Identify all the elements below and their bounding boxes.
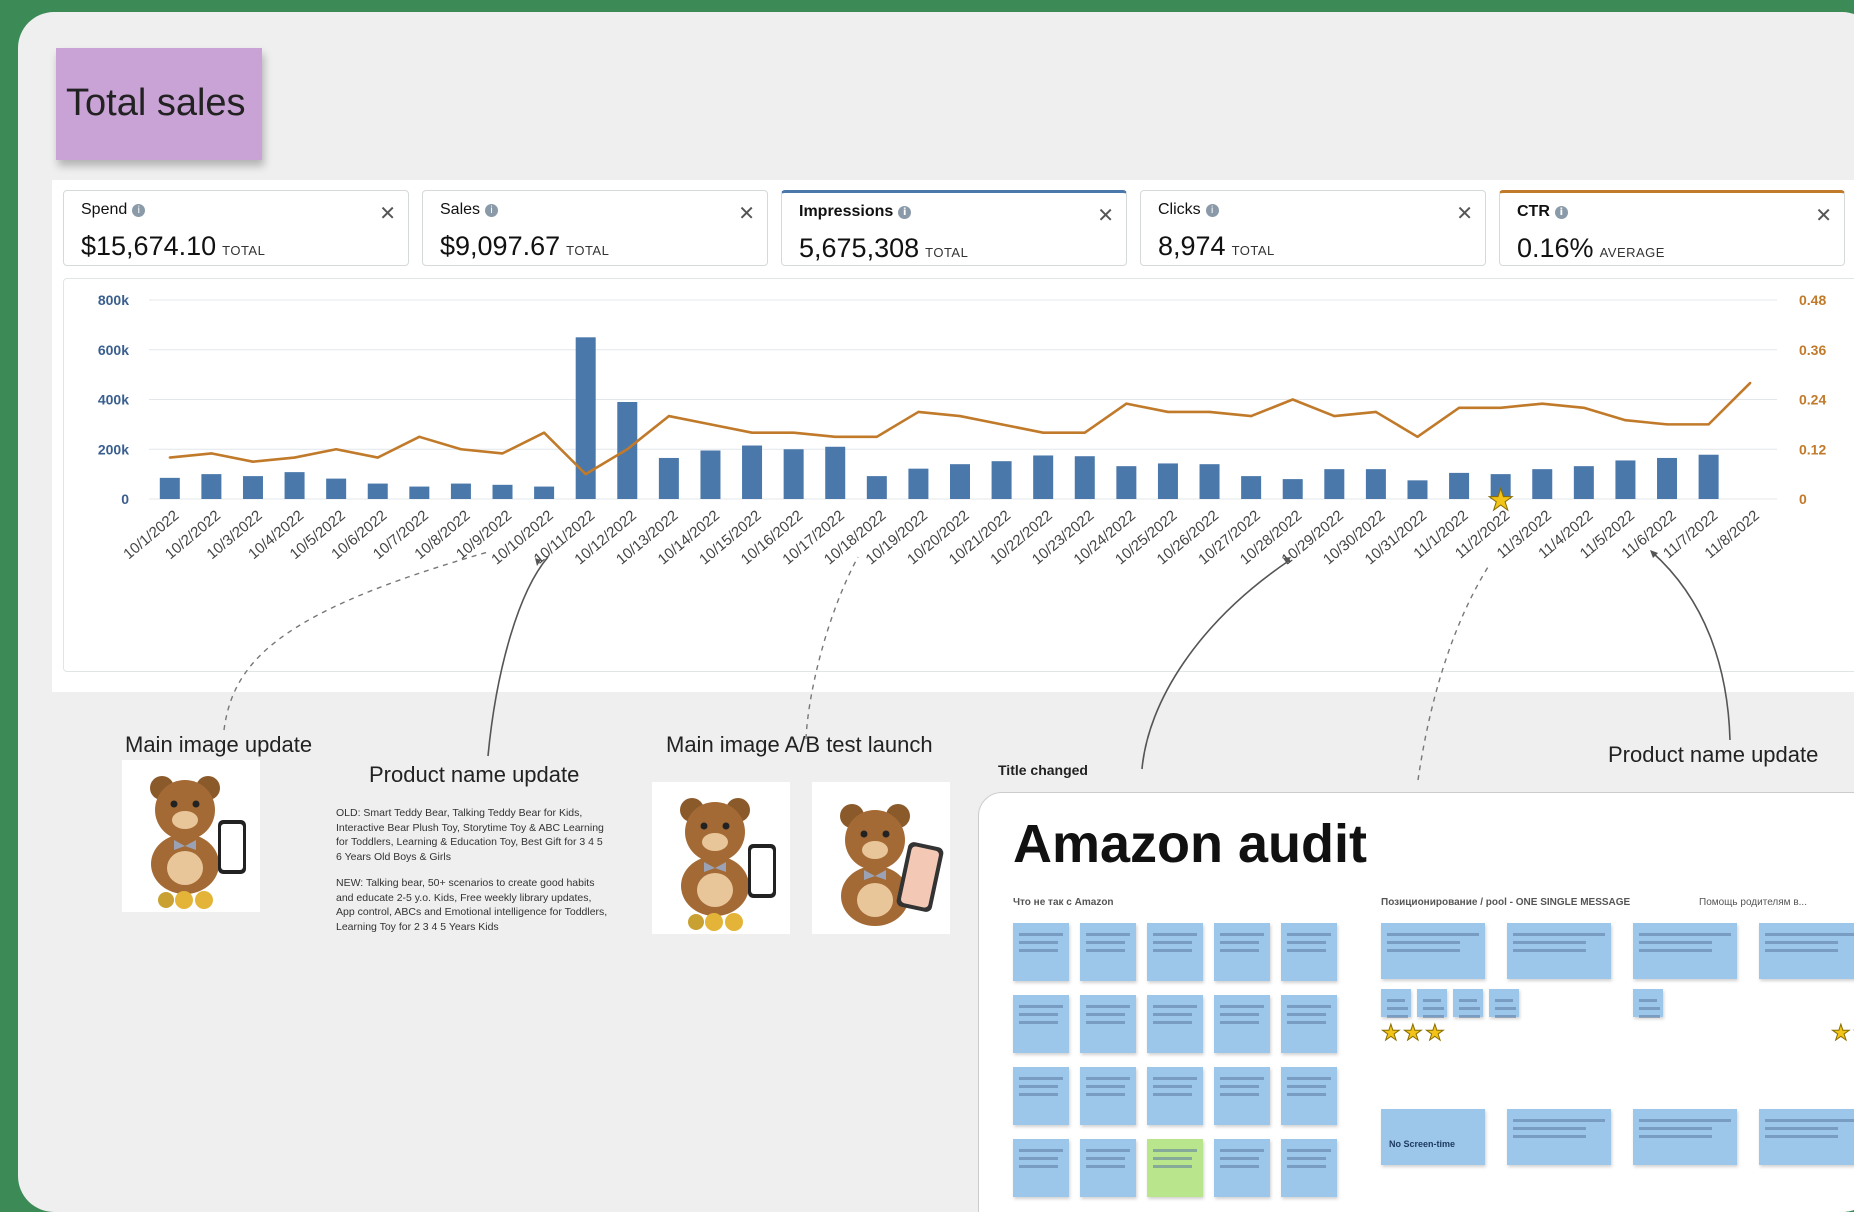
audit-sticky-note[interactable]: [1507, 1109, 1611, 1165]
audit-section-right: Позиционирование / pool - ONE SINGLE MES…: [1381, 897, 1631, 908]
audit-sticky-note[interactable]: [1013, 995, 1069, 1053]
audit-sticky-note[interactable]: [1147, 1067, 1203, 1125]
product-image-thumbnail-b[interactable]: [812, 782, 950, 934]
star-icon: ★: [1831, 1021, 1852, 1047]
audit-sticky-note[interactable]: [1381, 923, 1485, 979]
teddy-bear-phone-image: [840, 804, 944, 926]
audit-sticky-note[interactable]: [1281, 995, 1337, 1053]
audit-sticky-note[interactable]: [1147, 923, 1203, 981]
audit-sticky-note[interactable]: [1453, 989, 1483, 1018]
arrow-ab-test-end: [1417, 566, 1489, 781]
annotation-product-name-update-2: Product name update: [1608, 742, 1819, 767]
audit-sticky-note[interactable]: [1013, 923, 1069, 981]
audit-title: Amazon audit: [1013, 814, 1368, 874]
audit-sticky-note[interactable]: [1147, 1139, 1203, 1197]
amazon-audit-board[interactable]: Amazon audit Что не так с Amazon Позицио…: [978, 792, 1854, 1212]
audit-sticky-note[interactable]: [1214, 923, 1270, 981]
audit-sticky-note[interactable]: [1507, 923, 1611, 979]
arrow-ab-test: [805, 556, 859, 740]
arrow-main-image-update: [223, 551, 489, 731]
arrow-title-changed: [1141, 559, 1291, 770]
audit-sticky-note[interactable]: [1147, 995, 1203, 1053]
audit-section-left: Что не так с Amazon: [1013, 897, 1114, 908]
audit-sticky-note[interactable]: [1080, 1139, 1136, 1197]
star-icon: ★: [1381, 1021, 1402, 1047]
audit-sticky-note[interactable]: [1489, 989, 1519, 1018]
audit-sticky-note[interactable]: [1080, 995, 1136, 1053]
teddy-bear-image: [680, 798, 776, 931]
audit-section-right-extra: Помощь родителям в...: [1699, 897, 1807, 908]
audit-sticky-note[interactable]: [1633, 923, 1737, 979]
arrow-product-name-update: [487, 556, 549, 757]
new-title-note: NEW: Talking bear, 50+ scenarios to crea…: [336, 877, 608, 933]
audit-sticky-note[interactable]: [1281, 1139, 1337, 1197]
audit-sticky-note[interactable]: [1281, 923, 1337, 981]
annotation-ab-test-launch: Main image A/B test launch: [666, 732, 933, 757]
audit-sticky-note[interactable]: [1080, 1067, 1136, 1125]
audit-sticky-note[interactable]: [1214, 995, 1270, 1053]
old-title-note: OLD: Smart Teddy Bear, Talking Teddy Bea…: [336, 807, 604, 863]
star-icon: ★: [1425, 1021, 1446, 1047]
audit-sticky-note[interactable]: No Screen-time: [1381, 1109, 1485, 1165]
annotation-product-name-update: Product name update: [369, 762, 580, 787]
audit-sticky-note[interactable]: [1759, 1109, 1854, 1165]
audit-sticky-note[interactable]: [1633, 1109, 1737, 1165]
audit-sticky-note[interactable]: [1013, 1067, 1069, 1125]
product-image-thumbnail-1[interactable]: [122, 760, 260, 912]
audit-sticky-note[interactable]: [1214, 1139, 1270, 1197]
audit-sticky-note[interactable]: [1417, 989, 1447, 1018]
teddy-bear-image: [150, 776, 246, 909]
audit-sticky-text: No Screen-time: [1389, 1139, 1456, 1149]
audit-sticky-note[interactable]: [1381, 989, 1411, 1018]
whiteboard: Total sales Spend i ✕ $15,674.10 TOTAL Sal…: [18, 12, 1854, 1212]
arrow-product-name-update-2: [1651, 551, 1731, 741]
audit-sticky-note[interactable]: [1633, 989, 1663, 1018]
star-icon: ★: [1403, 1021, 1424, 1047]
product-image-thumbnail-a[interactable]: [652, 782, 790, 934]
annotation-main-image-update: Main image update: [125, 732, 313, 757]
audit-sticky-note[interactable]: [1214, 1067, 1270, 1125]
annotation-title-changed: Title changed: [998, 762, 1088, 778]
audit-sticky-note[interactable]: [1281, 1067, 1337, 1125]
audit-sticky-note[interactable]: [1759, 923, 1854, 979]
audit-sticky-note[interactable]: [1080, 923, 1136, 981]
arrow-head: [535, 558, 541, 566]
audit-sticky-note[interactable]: [1013, 1139, 1069, 1197]
